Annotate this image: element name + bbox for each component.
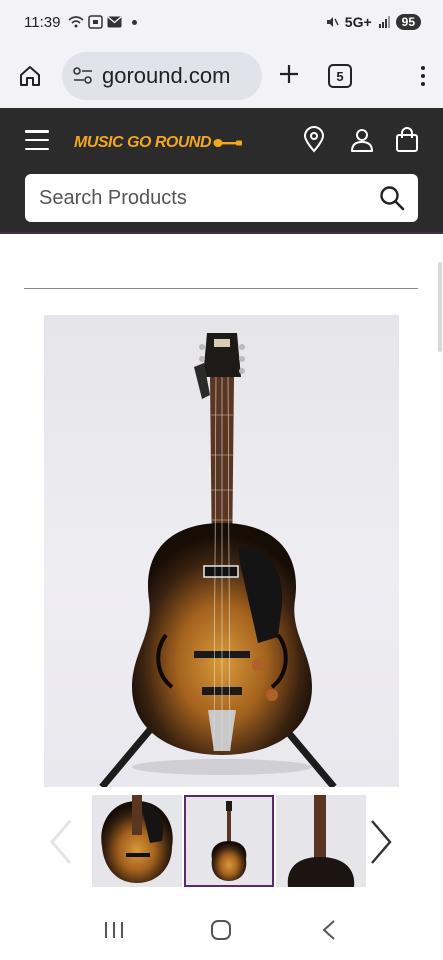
network-type: 5G+ bbox=[344, 14, 372, 30]
logo-text: MUSIC GO ROUND bbox=[74, 134, 212, 151]
search-input[interactable]: Search Products bbox=[25, 174, 418, 222]
thumbnail-3[interactable] bbox=[276, 795, 366, 887]
search-placeholder: Search Products bbox=[39, 186, 187, 209]
status-bar: 11:39 5G+ 95 bbox=[0, 0, 443, 44]
wifi-call-icon bbox=[68, 16, 84, 28]
back-chevron-icon bbox=[322, 920, 335, 940]
shopping-bag-icon bbox=[396, 127, 418, 152]
site-settings-icon[interactable] bbox=[72, 66, 94, 86]
home-nav-button[interactable] bbox=[201, 910, 241, 950]
section-divider bbox=[24, 288, 418, 289]
guitar-back-view-thumbnail bbox=[276, 795, 366, 887]
hamburger-menu-icon[interactable] bbox=[25, 130, 49, 150]
recent-apps-button[interactable] bbox=[94, 910, 134, 950]
address-bar[interactable]: goround.com bbox=[62, 52, 262, 100]
new-tab-button[interactable] bbox=[278, 61, 300, 91]
carousel-prev-button[interactable] bbox=[46, 817, 76, 867]
cart-button[interactable] bbox=[393, 126, 421, 154]
site-header: MUSIC GO ROUND Search Products bbox=[0, 108, 443, 234]
chevron-left-icon bbox=[50, 820, 72, 864]
archtop-guitar-image bbox=[99, 333, 337, 787]
notification-icons bbox=[68, 15, 138, 29]
system-navigation-bar bbox=[0, 900, 443, 960]
more-vert-icon[interactable] bbox=[421, 66, 425, 86]
more-notifications-dot bbox=[132, 19, 138, 25]
plus-icon bbox=[280, 65, 298, 83]
search-button[interactable] bbox=[378, 184, 406, 212]
location-pin-icon bbox=[303, 126, 325, 153]
search-icon bbox=[380, 186, 405, 211]
user-icon bbox=[351, 129, 373, 152]
logo-guitar-icon bbox=[213, 139, 242, 147]
url-text: goround.com bbox=[102, 63, 231, 88]
thumbnail-carousel bbox=[44, 795, 399, 889]
guitar-body-closeup-thumbnail bbox=[92, 795, 182, 887]
home-circle-icon bbox=[211, 920, 232, 940]
battery-level: 95 bbox=[395, 14, 421, 30]
guitar-full-view-thumbnail bbox=[186, 797, 272, 885]
chevron-right-icon bbox=[371, 820, 392, 864]
screenshot-icon bbox=[88, 15, 104, 29]
recent-apps-icon bbox=[104, 922, 123, 938]
store-locator-button[interactable] bbox=[300, 126, 328, 154]
browser-toolbar: goround.com 5 bbox=[0, 44, 443, 108]
home-button[interactable] bbox=[14, 60, 46, 92]
page-scrollbar[interactable] bbox=[438, 262, 442, 352]
signal-icon bbox=[378, 16, 390, 28]
status-time: 11:39 bbox=[24, 13, 61, 31]
product-main-image[interactable] bbox=[44, 315, 399, 787]
back-button[interactable] bbox=[309, 910, 349, 950]
carousel-next-button[interactable] bbox=[364, 817, 394, 867]
account-button[interactable] bbox=[348, 126, 376, 154]
mail-icon bbox=[107, 16, 122, 28]
mute-icon bbox=[326, 17, 339, 27]
tab-switcher-button[interactable]: 5 bbox=[328, 64, 352, 88]
thumbnail-1[interactable] bbox=[92, 795, 182, 887]
thumbnail-2[interactable] bbox=[184, 795, 274, 887]
site-logo[interactable]: MUSIC GO ROUND bbox=[74, 134, 243, 152]
home-icon bbox=[20, 66, 40, 86]
